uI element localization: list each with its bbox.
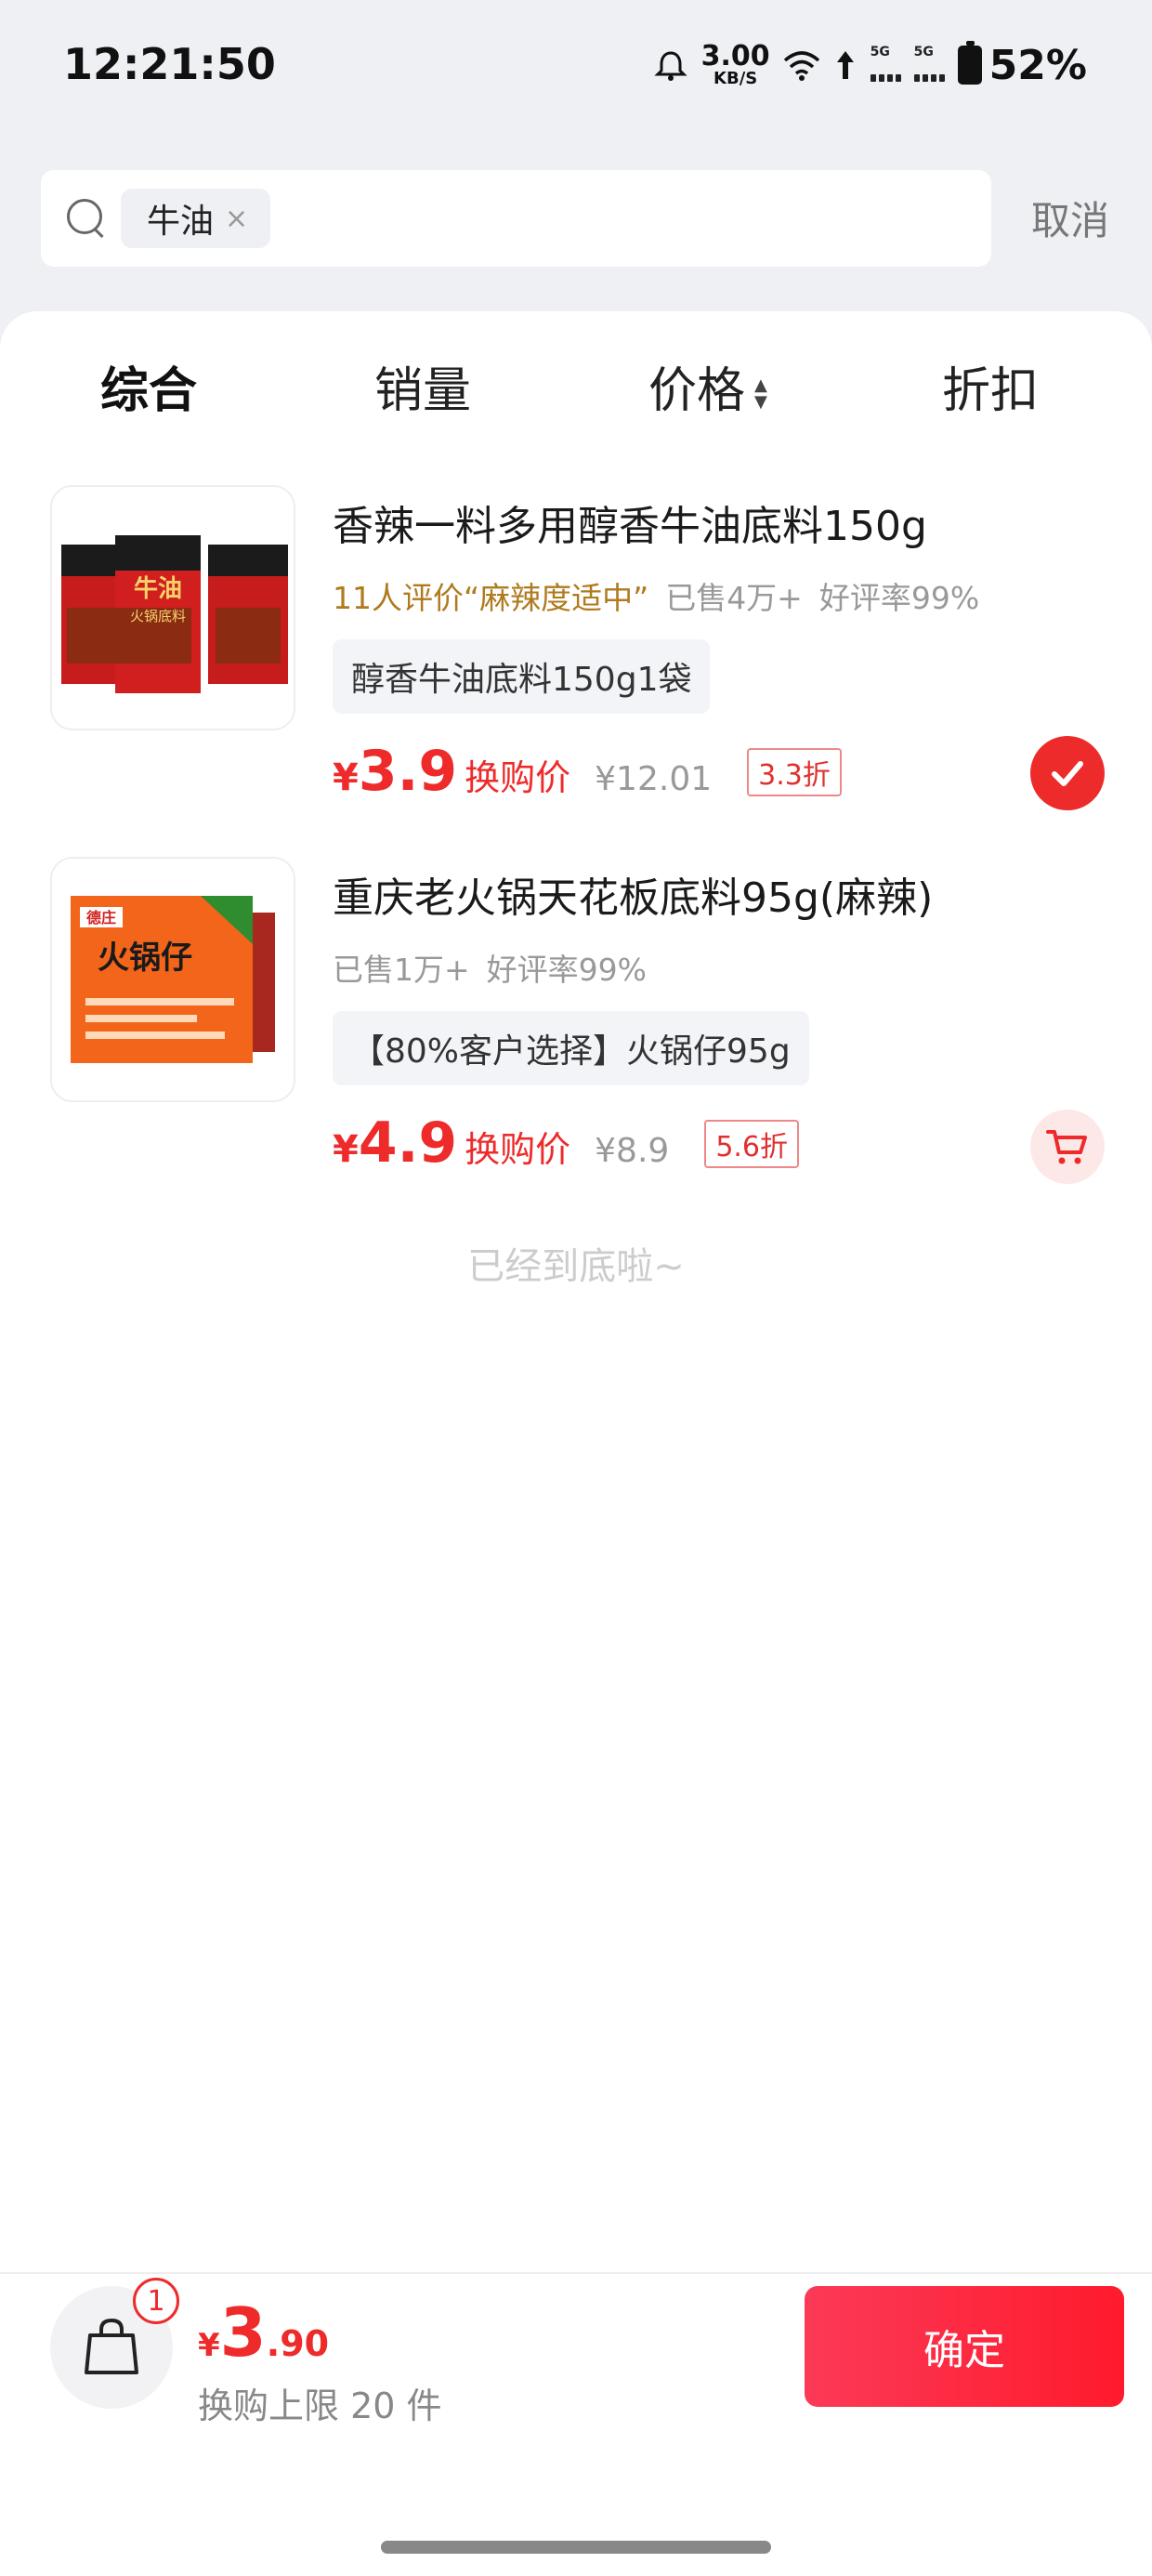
net-speed-value: 3.00: [700, 40, 770, 72]
original-price: ¥12.01: [595, 760, 713, 798]
home-indicator[interactable]: [381, 2541, 771, 2554]
hotpot-base-package-image: 德庄 火锅仔: [52, 859, 294, 1100]
review-summary: 11人评价“麻辣度适中”: [333, 580, 649, 616]
hotpot-base-package-image: 牛油 火锅底料: [52, 487, 294, 729]
sim2-label: 5G: [913, 45, 934, 59]
discount-badge: 5.6折: [704, 1120, 800, 1168]
product-image[interactable]: 德庄 火锅仔: [50, 857, 295, 1102]
total-decimal: .90: [266, 2323, 330, 2364]
cart-count-badge: 1: [133, 2278, 179, 2324]
sim1-label: 5G: [870, 45, 890, 59]
product-meta: 已售1万+ 好评率99%: [333, 945, 647, 990]
status-icons: 3.00 KB/S 5G 5G 52%: [653, 37, 1087, 93]
svg-text:牛油: 牛油: [134, 575, 182, 603]
price-value: 4.9: [358, 1111, 458, 1176]
tab-price-label: 价格: [648, 363, 746, 419]
net-speed-unit: KB/S: [713, 69, 758, 88]
original-price: ¥8.9: [595, 1132, 670, 1170]
sort-arrows-icon: ▲ ▼: [754, 377, 767, 411]
price-value: 3.9: [358, 739, 458, 804]
signal-sim2-icon: 5G: [913, 45, 945, 82]
positive-rate: 好评率99%: [486, 952, 648, 988]
status-bar: 12:21:50 3.00 KB/S 5G 5G 52%: [0, 0, 1152, 139]
battery-indicator: 52%: [957, 41, 1087, 89]
add-to-cart-button[interactable]: [1030, 1110, 1105, 1184]
cancel-button[interactable]: 取消: [1031, 190, 1109, 246]
network-speed: 3.00 KB/S: [701, 43, 770, 87]
search-icon: [65, 197, 108, 240]
check-icon: [1052, 761, 1083, 786]
product-price: ¥3.9 换购价 ¥12.01 3.3折: [333, 739, 842, 804]
product-image[interactable]: 牛油 火锅底料: [50, 485, 295, 730]
alarm-icon: [654, 51, 687, 81]
exchange-limit-text: 换购上限 20 件: [198, 2385, 442, 2426]
search-keyword-text: 牛油: [147, 203, 215, 241]
product-spec[interactable]: 醇香牛油底料150g1袋: [333, 639, 711, 714]
product-title[interactable]: 香辣一料多用醇香牛油底料150g: [333, 493, 927, 552]
battery-icon: [957, 41, 982, 85]
positive-rate: 好评率99%: [818, 580, 980, 616]
svg-text:火锅仔: 火锅仔: [98, 940, 192, 977]
price-symbol: ¥: [333, 756, 359, 799]
tab-sales[interactable]: 销量: [374, 351, 471, 421]
shopping-bag-icon: [85, 2318, 138, 2374]
battery-percent: 52%: [988, 41, 1087, 89]
selected-check-button[interactable]: [1030, 736, 1105, 810]
tab-price[interactable]: 价格 ▲ ▼: [648, 351, 767, 421]
price-label: 换购价: [465, 757, 571, 798]
signal-sim1-icon: 5G: [870, 45, 901, 82]
tab-discount[interactable]: 折扣: [942, 351, 1039, 421]
confirm-button[interactable]: 确定: [805, 2286, 1124, 2407]
svg-text:德庄: 德庄: [86, 909, 116, 927]
product-spec[interactable]: 【80%客户选择】火锅仔95g: [333, 1011, 809, 1085]
total-price: ¥3.90: [198, 2293, 329, 2372]
total-symbol: ¥: [198, 2327, 220, 2364]
product-price: ¥4.9 换购价 ¥8.9 5.6折: [333, 1111, 800, 1176]
close-icon[interactable]: ×: [225, 203, 248, 235]
discount-badge: 3.3折: [747, 748, 842, 796]
cart-icon: [1046, 1130, 1087, 1164]
price-label: 换购价: [465, 1129, 571, 1170]
search-keyword-chip[interactable]: 牛油 ×: [121, 189, 271, 248]
data-transfer-icon: [836, 51, 854, 79]
sort-down-icon: ▼: [754, 392, 767, 412]
product-title[interactable]: 重庆老火锅天花板底料95g(麻辣): [333, 864, 933, 924]
total-integer: 3: [219, 2293, 267, 2372]
price-symbol: ¥: [333, 1128, 359, 1171]
wifi-icon: [783, 51, 819, 81]
sold-count: 已售4万+: [665, 580, 803, 616]
svg-text:火锅底料: 火锅底料: [130, 608, 186, 624]
status-time: 12:21:50: [63, 39, 276, 89]
sold-count: 已售1万+: [333, 952, 470, 988]
end-of-list-text: 已经到底啦~: [467, 1245, 685, 1288]
product-meta: 11人评价“麻辣度适中” 已售4万+ 好评率99%: [333, 573, 979, 618]
tab-comprehensive[interactable]: 综合: [100, 351, 197, 421]
search-input[interactable]: 牛油 ×: [41, 170, 991, 267]
